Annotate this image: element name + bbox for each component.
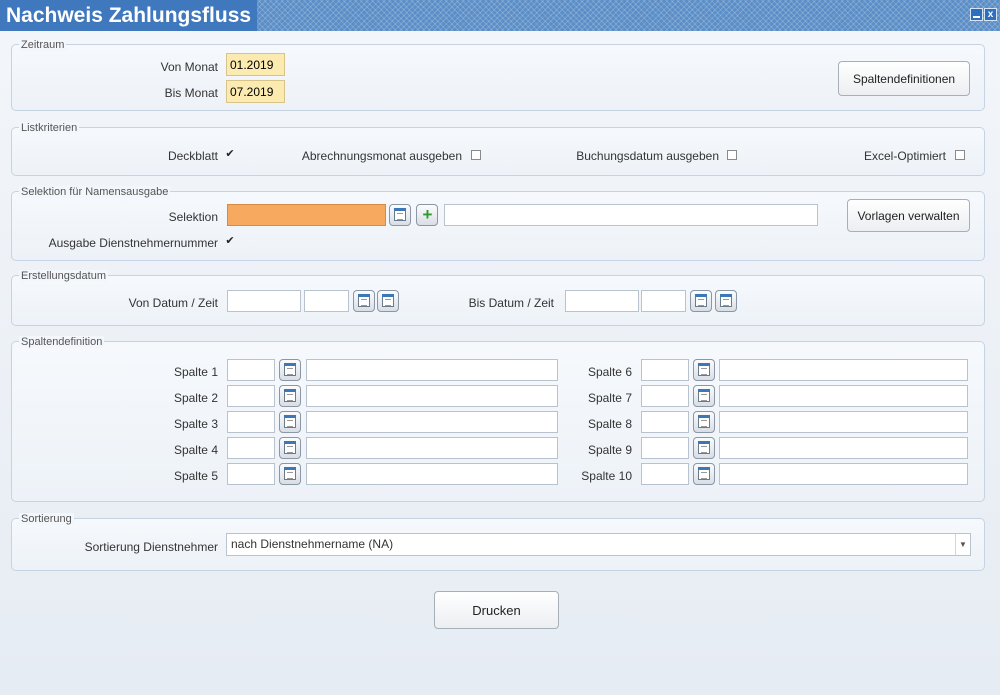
spalte-label: Spalte 4 xyxy=(173,443,218,457)
spalte-label: Spalte 9 xyxy=(587,443,632,457)
buchungsdatum-checkbox[interactable] xyxy=(727,150,737,160)
lookup-list-icon[interactable] xyxy=(693,359,715,381)
bis-monat-label: Bis Monat xyxy=(164,86,218,100)
clock-icon[interactable] xyxy=(377,290,399,312)
lookup-list-icon[interactable] xyxy=(693,463,715,485)
spalte-label: Spalte 5 xyxy=(173,469,218,483)
spaltendefinition-legend: Spaltendefinition xyxy=(19,336,105,348)
lookup-list-icon[interactable] xyxy=(279,411,301,433)
zeitraum-panel: Zeitraum Von Monat Bis Monat Spaltendefi… xyxy=(11,39,985,111)
lookup-list-icon[interactable] xyxy=(693,437,715,459)
add-plus-icon[interactable]: + xyxy=(416,204,438,226)
lookup-list-icon[interactable] xyxy=(279,359,301,381)
sortierung-panel: Sortierung Sortierung Dienstnehmer nach … xyxy=(11,513,985,571)
bis-datum-input[interactable] xyxy=(565,290,639,312)
sortierung-selected-value: nach Dienstnehmername (NA) xyxy=(231,537,394,551)
dienstnehmernummer-label: Ausgabe Dienstnehmernummer xyxy=(48,236,218,250)
listkriterien-panel: Listkriterien Deckblatt ✔ Abrechnungsmon… xyxy=(11,122,985,176)
title-bar: Nachweis Zahlungsfluss x xyxy=(0,0,1000,31)
spalte-1-code-input[interactable] xyxy=(227,359,275,381)
von-datum-zeit-label: Von Datum / Zeit xyxy=(128,296,218,310)
spalte-label: Spalte 2 xyxy=(173,391,218,405)
drucken-button[interactable]: Drucken xyxy=(434,591,559,629)
lookup-list-icon[interactable] xyxy=(279,463,301,485)
spalte-5-code-input[interactable] xyxy=(227,463,275,485)
spalte-label: Spalte 1 xyxy=(173,365,218,379)
spalte-4-code-input[interactable] xyxy=(227,437,275,459)
buchungsdatum-label: Buchungsdatum ausgeben xyxy=(576,149,719,163)
spalte-2-code-input[interactable] xyxy=(227,385,275,407)
spalte-8-code-input[interactable] xyxy=(641,411,689,433)
spalte-7-code-input[interactable] xyxy=(641,385,689,407)
spalte-7-name-input[interactable] xyxy=(719,385,968,407)
spalte-4-name-input[interactable] xyxy=(306,437,558,459)
vorlagen-verwalten-button[interactable]: Vorlagen verwalten xyxy=(847,199,970,232)
deckblatt-label: Deckblatt xyxy=(167,149,218,163)
selektion-label: Selektion xyxy=(168,210,218,224)
sortierung-select[interactable]: nach Dienstnehmername (NA) ▼ xyxy=(226,533,971,556)
spaltendefinition-panel: Spaltendefinition Spalte 1 Spalte 2 Spal… xyxy=(11,336,985,502)
spalte-10-name-input[interactable] xyxy=(719,463,968,485)
excel-optimiert-label: Excel-Optimiert xyxy=(863,149,946,163)
calendar-icon[interactable] xyxy=(353,290,375,312)
listkriterien-legend: Listkriterien xyxy=(19,122,80,134)
von-zeit-input[interactable] xyxy=(304,290,349,312)
selektion-legend: Selektion für Namensausgabe xyxy=(19,186,171,198)
lookup-list-icon[interactable] xyxy=(693,385,715,407)
spalte-label: Spalte 3 xyxy=(173,417,218,431)
erstellungsdatum-legend: Erstellungsdatum xyxy=(19,270,108,282)
spalte-label: Spalte 8 xyxy=(587,417,632,431)
sortierung-dienstnehmer-label: Sortierung Dienstnehmer xyxy=(84,540,218,554)
calendar-icon[interactable] xyxy=(690,290,712,312)
selection-list-icon[interactable] xyxy=(389,204,411,226)
spalte-label: Spalte 7 xyxy=(587,391,632,405)
spalte-5-name-input[interactable] xyxy=(306,463,558,485)
excel-optimiert-checkbox[interactable] xyxy=(955,150,965,160)
von-datum-input[interactable] xyxy=(227,290,301,312)
deckblatt-checkbox[interactable]: ✔ xyxy=(225,149,235,160)
spalte-3-name-input[interactable] xyxy=(306,411,558,433)
clock-icon[interactable] xyxy=(715,290,737,312)
dienstnehmernummer-checkbox[interactable]: ✔ xyxy=(225,236,235,247)
spalte-3-code-input[interactable] xyxy=(227,411,275,433)
abrechnungsmonat-label: Abrechnungsmonat ausgeben xyxy=(301,149,462,163)
selektion-input[interactable] xyxy=(227,204,386,226)
spalte-10-code-input[interactable] xyxy=(641,463,689,485)
spalte-1-name-input[interactable] xyxy=(306,359,558,381)
bis-datum-zeit-label: Bis Datum / Zeit xyxy=(468,296,554,310)
lookup-list-icon[interactable] xyxy=(693,411,715,433)
bis-zeit-input[interactable] xyxy=(641,290,686,312)
spalte-6-name-input[interactable] xyxy=(719,359,968,381)
zeitraum-legend: Zeitraum xyxy=(19,39,67,51)
sortierung-legend: Sortierung xyxy=(19,513,74,525)
spaltendefinitionen-button[interactable]: Spaltendefinitionen xyxy=(838,61,970,96)
spalte-label: Spalte 10 xyxy=(581,469,632,483)
erstellungsdatum-panel: Erstellungsdatum Von Datum / Zeit Bis Da… xyxy=(11,270,985,326)
spalte-8-name-input[interactable] xyxy=(719,411,968,433)
spalte-9-code-input[interactable] xyxy=(641,437,689,459)
selektion-description-input[interactable] xyxy=(444,204,818,226)
von-monat-label: Von Monat xyxy=(160,60,218,74)
lookup-list-icon[interactable] xyxy=(279,437,301,459)
spalte-label: Spalte 6 xyxy=(587,365,632,379)
von-monat-input[interactable] xyxy=(226,53,285,76)
abrechnungsmonat-checkbox[interactable] xyxy=(471,150,481,160)
close-icon[interactable]: x xyxy=(984,8,997,21)
spalte-9-name-input[interactable] xyxy=(719,437,968,459)
bis-monat-input[interactable] xyxy=(226,80,285,103)
chevron-down-icon[interactable]: ▼ xyxy=(955,534,970,555)
selektion-panel: Selektion für Namensausgabe Selektion + … xyxy=(11,186,985,261)
lookup-list-icon[interactable] xyxy=(279,385,301,407)
window-title: Nachweis Zahlungsfluss xyxy=(0,0,258,31)
spalte-2-name-input[interactable] xyxy=(306,385,558,407)
minimize-icon[interactable] xyxy=(970,8,983,21)
spalte-6-code-input[interactable] xyxy=(641,359,689,381)
